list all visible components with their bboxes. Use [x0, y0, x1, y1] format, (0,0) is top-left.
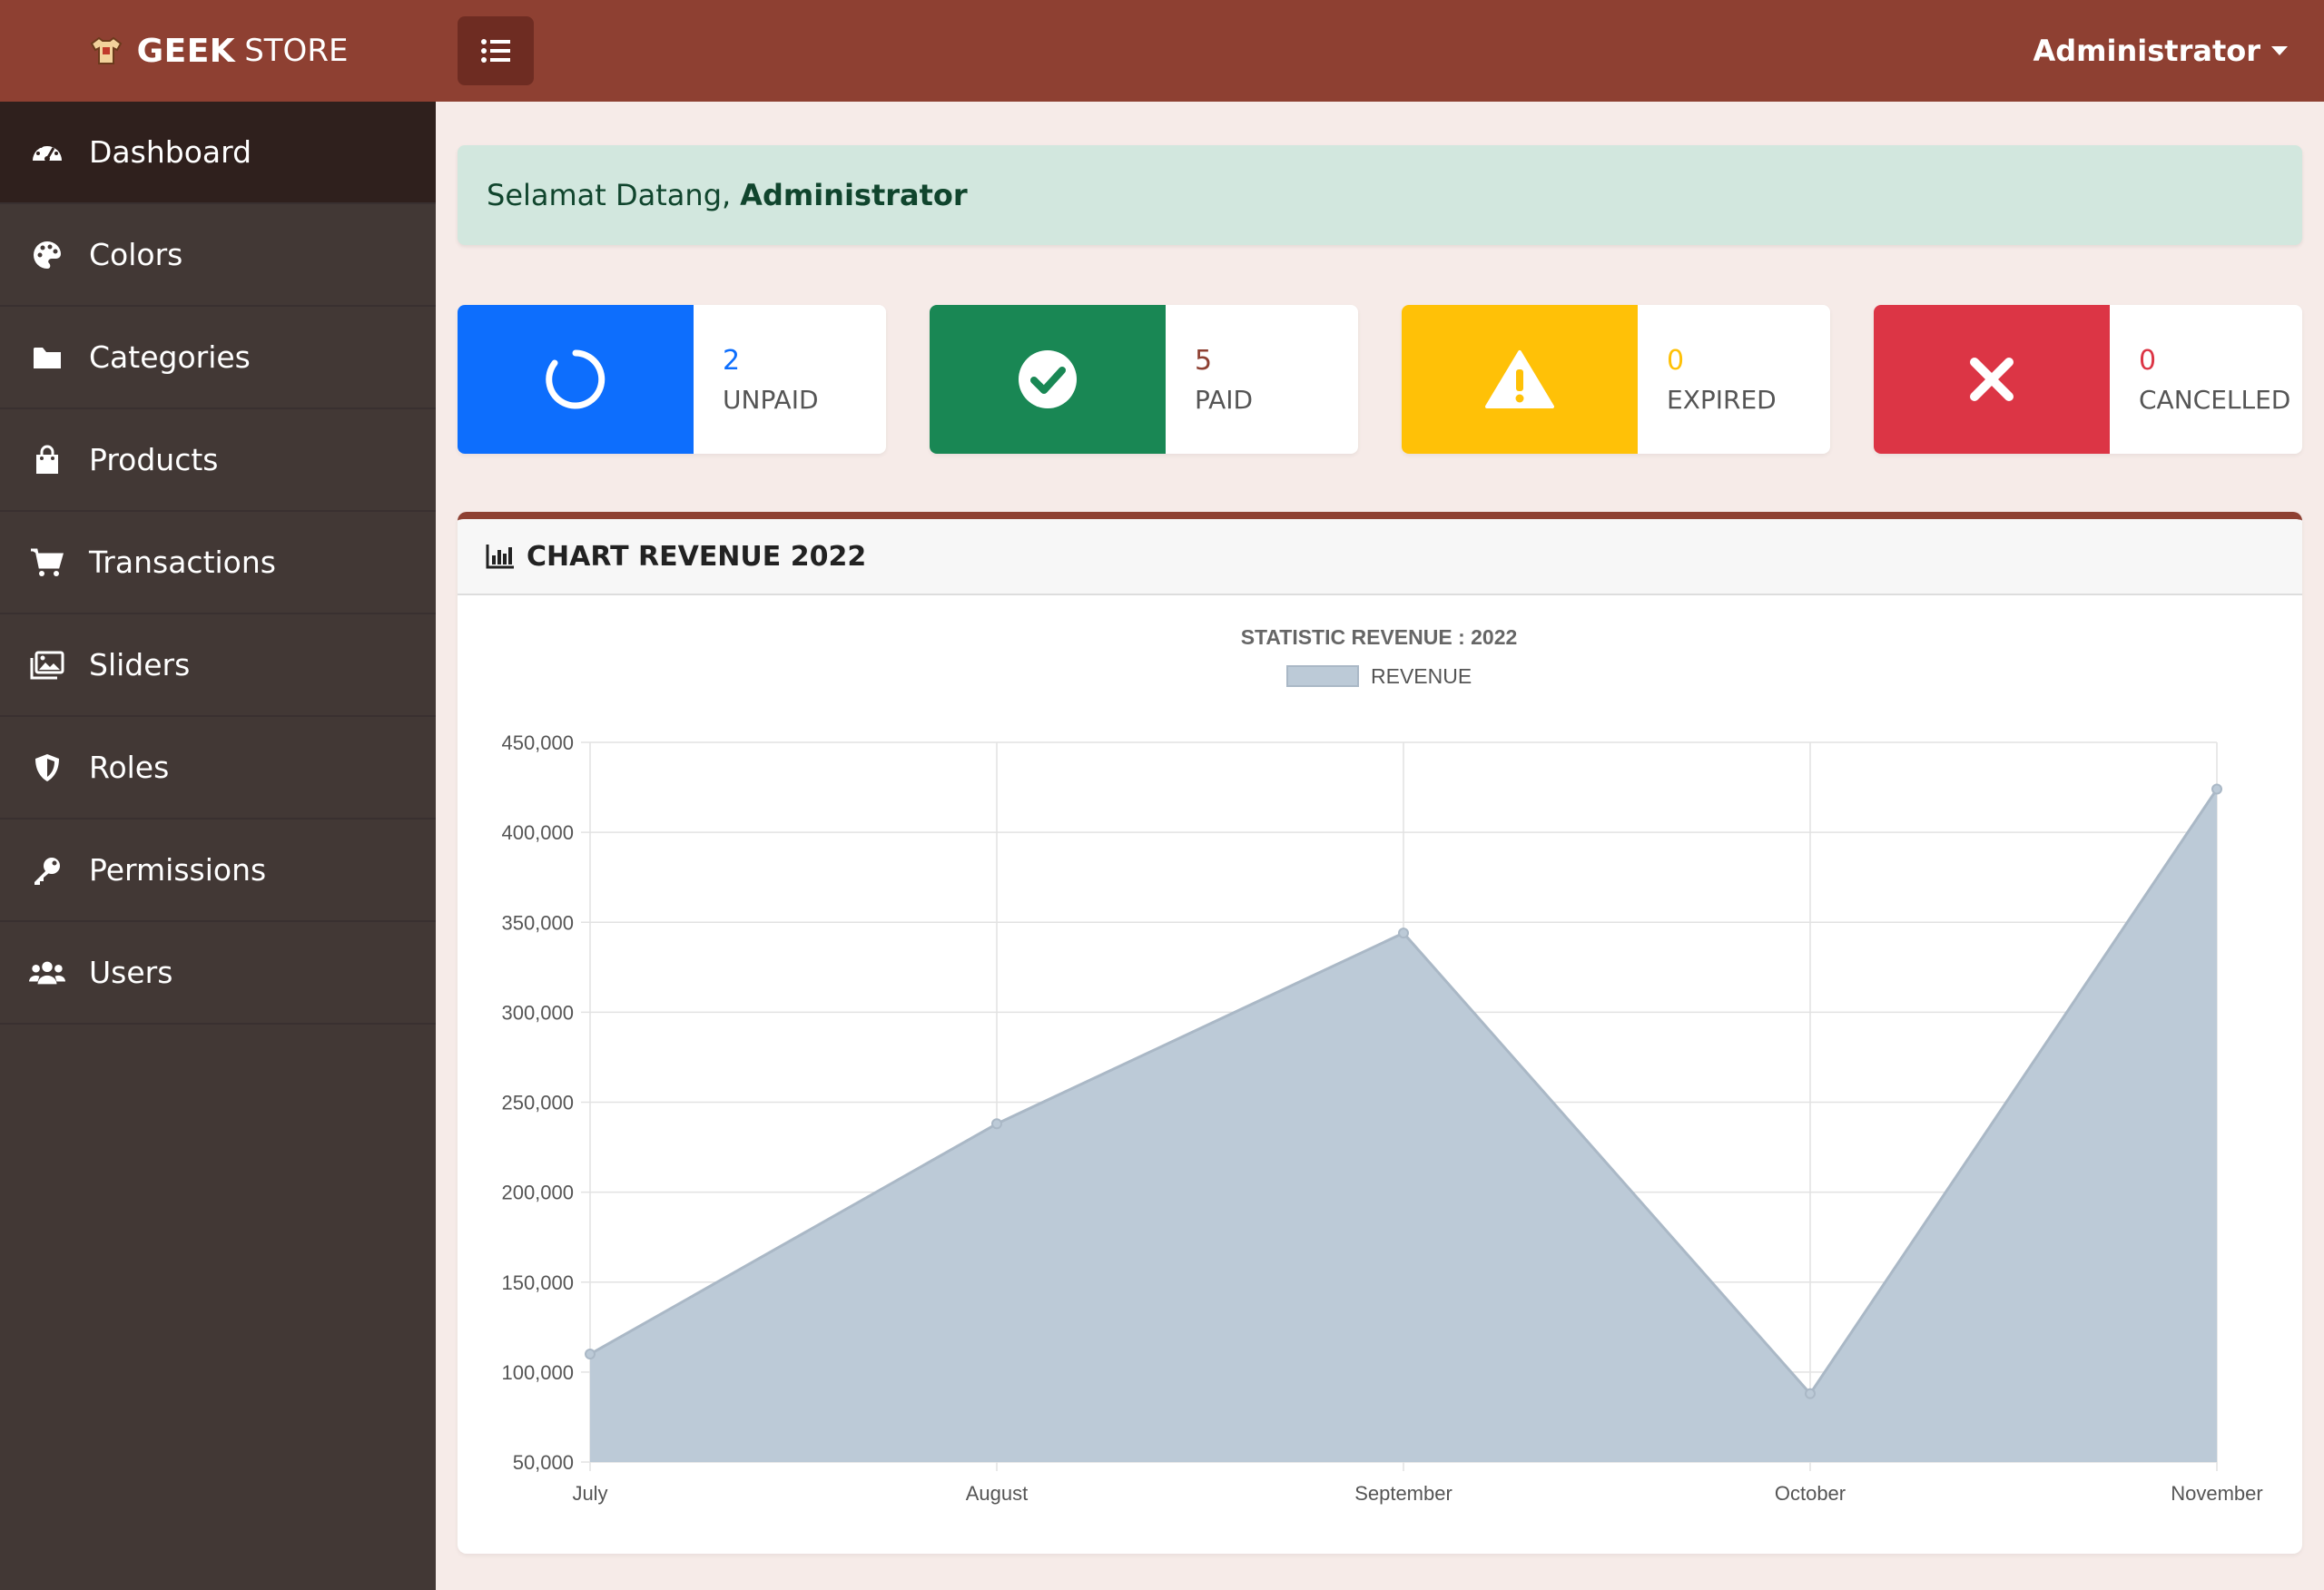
caret-down-icon — [2271, 46, 2288, 55]
top-navbar: GEEK STORE Administrator — [0, 0, 2324, 102]
stat-label: CANCELLED — [2139, 385, 2291, 415]
shopping-bag-icon — [29, 442, 65, 478]
sidebar-item-transactions[interactable]: Transactions — [0, 512, 436, 614]
data-point — [991, 1118, 1002, 1130]
data-point — [1398, 928, 1409, 939]
sidebar-item-products[interactable]: Products — [0, 409, 436, 512]
brand-bold: GEEK — [136, 32, 236, 70]
sidebar-item-label: Sliders — [89, 647, 191, 682]
card-title: CHART REVENUE 2022 — [527, 540, 867, 573]
sidebar-item-permissions[interactable]: Permissions — [0, 820, 436, 922]
stat-card-paid[interactable]: 5 PAID — [930, 305, 1358, 454]
welcome-alert: Selamat Datang, Administrator — [458, 145, 2302, 245]
chart-card: CHART REVENUE 2022 STATISTIC REVENUE : 2… — [458, 512, 2302, 1554]
check-circle-icon — [1019, 350, 1077, 408]
user-name: Administrator — [2033, 34, 2260, 68]
sidebar-item-label: Permissions — [89, 852, 267, 888]
x-tick-label: July — [572, 1482, 607, 1505]
stat-icon-box — [930, 305, 1166, 454]
warning-icon — [1485, 350, 1554, 408]
welcome-name: Administrator — [740, 178, 968, 212]
sidebar-item-sliders[interactable]: Sliders — [0, 614, 436, 717]
stat-card-expired[interactable]: 0 EXPIRED — [1402, 305, 1830, 454]
chart-title: STATISTIC REVENUE : 2022 — [1241, 625, 1518, 649]
sidebar-item-roles[interactable]: Roles — [0, 717, 436, 820]
x-tick-label: November — [2171, 1482, 2262, 1505]
users-icon — [29, 955, 65, 991]
gauge-icon — [29, 134, 65, 171]
x-tick-label: August — [966, 1482, 1029, 1505]
y-tick-label: 400,000 — [501, 821, 574, 844]
list-icon — [481, 39, 510, 63]
sidebar-item-label: Roles — [89, 750, 170, 785]
spinner-icon — [546, 349, 606, 409]
y-tick-label: 300,000 — [501, 1001, 574, 1024]
stat-label: EXPIRED — [1667, 385, 1777, 415]
y-tick-label: 50,000 — [513, 1451, 574, 1474]
y-tick-label: 150,000 — [501, 1271, 574, 1294]
stat-value: 5 — [1195, 345, 1213, 377]
sidebar-item-label: Transactions — [89, 545, 276, 580]
stat-label: UNPAID — [723, 385, 819, 415]
sidebar: Dashboard Colors Categories Products Tra… — [0, 102, 436, 1590]
sidebar-item-users[interactable]: Users — [0, 922, 436, 1025]
welcome-prefix: Selamat Datang, — [487, 178, 732, 212]
card-header: CHART REVENUE 2022 — [458, 519, 2302, 595]
chart-bar-icon — [485, 543, 516, 570]
stat-icon-box — [1402, 305, 1638, 454]
sidebar-item-categories[interactable]: Categories — [0, 307, 436, 409]
folder-icon — [29, 339, 65, 376]
legend-swatch — [1286, 665, 1359, 687]
cart-icon — [29, 545, 65, 581]
stat-icon-box — [1874, 305, 2110, 454]
sidebar-item-label: Dashboard — [89, 134, 252, 170]
y-tick-label: 200,000 — [501, 1182, 574, 1204]
brand[interactable]: GEEK STORE — [0, 0, 436, 102]
y-tick-label: 450,000 — [501, 731, 574, 754]
key-icon — [29, 852, 65, 888]
stat-label: PAID — [1195, 385, 1254, 415]
y-tick-label: 100,000 — [501, 1361, 574, 1384]
images-icon — [29, 647, 65, 683]
stat-card-unpaid[interactable]: 2 UNPAID — [458, 305, 886, 454]
stat-value: 0 — [2139, 345, 2157, 377]
stat-card-cancelled[interactable]: 0 CANCELLED — [1874, 305, 2302, 454]
shirt-logo-icon — [90, 36, 122, 64]
data-point — [1805, 1388, 1816, 1399]
palette-icon — [29, 237, 65, 273]
legend-label: REVENUE — [1371, 664, 1472, 688]
stat-value: 0 — [1667, 345, 1685, 377]
sidebar-item-label: Colors — [89, 237, 183, 272]
times-icon — [1970, 358, 2014, 401]
data-point — [585, 1349, 596, 1360]
x-tick-label: October — [1775, 1482, 1846, 1505]
y-tick-label: 350,000 — [501, 911, 574, 934]
sidebar-item-label: Categories — [89, 339, 251, 375]
user-dropdown[interactable]: Administrator — [2033, 0, 2288, 102]
stat-icon-box — [458, 305, 694, 454]
sidebar-item-label: Products — [89, 442, 219, 477]
shield-icon — [29, 750, 65, 786]
sidebar-item-dashboard[interactable]: Dashboard — [0, 102, 436, 204]
sidebar-item-label: Users — [89, 955, 173, 990]
sidebar-item-colors[interactable]: Colors — [0, 204, 436, 307]
stat-value: 2 — [723, 345, 741, 377]
sidebar-toggle-button[interactable] — [458, 16, 534, 85]
x-tick-label: September — [1354, 1482, 1452, 1505]
revenue-chart: STATISTIC REVENUE : 2022 REVENUE 450,000… — [501, 625, 2262, 1505]
y-tick-label: 250,000 — [501, 1092, 574, 1114]
brand-light: STORE — [244, 33, 349, 69]
data-point — [2211, 783, 2222, 795]
